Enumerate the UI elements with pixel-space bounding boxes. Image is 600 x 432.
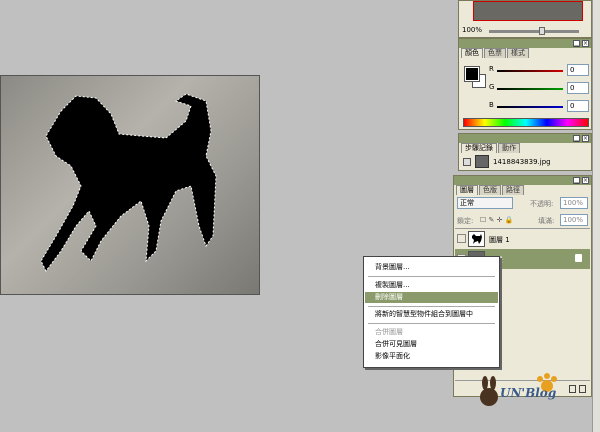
menu-item-group-smart-object[interactable]: 將新的智慧型物件組合到圖層中 (365, 309, 498, 320)
menu-divider (368, 323, 495, 324)
fill-label: 填滿: (538, 217, 555, 225)
lock-label: 鎖定: (457, 217, 474, 225)
tab-styles[interactable]: 樣式 (507, 48, 529, 58)
menu-item-merge-visible[interactable]: 合併可見圖層 (365, 339, 498, 350)
navigator-zoom-slider[interactable] (489, 30, 579, 33)
menu-item-duplicate-layer[interactable]: 複製圖層... (365, 280, 498, 291)
new-layer-icon[interactable] (569, 385, 576, 393)
channel-r-slider[interactable] (497, 70, 563, 72)
dog-silhouette-selection (40, 93, 217, 272)
menu-item-merge-layers[interactable]: 合併圖層 (365, 327, 498, 338)
color-spectrum-bar[interactable] (463, 118, 589, 127)
slider-thumb[interactable] (539, 27, 545, 35)
layer-context-menu: 背景圖層... 複製圖層... 刪除圖層 將新的智慧型物件組合到圖層中 合併圖層… (363, 256, 500, 368)
panel-titlebar[interactable]: ▁ × (459, 134, 591, 143)
navigator-zoom-label[interactable]: 100% (462, 26, 482, 34)
navigator-panel: 100% (458, 0, 592, 38)
tab-channels[interactable]: 色版 (479, 185, 501, 195)
foreground-color-swatch[interactable] (464, 66, 480, 82)
minimize-icon[interactable]: ▁ (573, 135, 580, 142)
close-icon[interactable]: × (582, 135, 589, 142)
channel-b-slider[interactable] (497, 106, 563, 108)
history-item[interactable]: 1418843839.jpg (461, 155, 591, 169)
menu-item-layer-from-background[interactable]: 背景圖層... (365, 262, 498, 273)
menu-item-delete-layer[interactable]: 刪除圖層 (365, 292, 498, 303)
channel-g-slider[interactable] (497, 88, 563, 90)
brush-icon (463, 158, 471, 166)
lock-icons[interactable]: ☐ ✎ ✛ 🔒 (480, 216, 513, 224)
close-icon[interactable]: × (582, 40, 589, 47)
menu-divider (368, 276, 495, 277)
trash-icon[interactable] (579, 385, 586, 393)
blog-watermark-logo: UN'Blog (478, 372, 570, 412)
menu-divider (368, 306, 495, 307)
channel-b-label: B (489, 101, 494, 109)
channel-r-label: R (489, 65, 494, 73)
channel-b-value[interactable]: 0 (567, 100, 589, 112)
tab-layers[interactable]: 圖層 (456, 185, 478, 195)
navigator-preview (473, 1, 583, 21)
opacity-label: 不透明: (530, 200, 554, 208)
layer-thumb (468, 231, 485, 247)
history-item-label: 1418843839.jpg (493, 158, 551, 166)
channel-g-label: G (489, 83, 495, 91)
close-icon[interactable]: × (582, 177, 589, 184)
tab-history[interactable]: 步驟記錄 (461, 143, 497, 153)
history-panel: ▁ × 步驟記錄 動作 1418843839.jpg (458, 133, 592, 171)
color-panel: ▁ × 顏色 色票 樣式 R 0 G 0 B 0 (458, 38, 592, 130)
document-canvas[interactable] (0, 75, 260, 295)
lock-icon (575, 254, 582, 262)
tab-color[interactable]: 顏色 (461, 48, 483, 58)
history-thumb (475, 155, 489, 168)
layer-row[interactable]: 圖層 1 (455, 229, 590, 249)
panel-titlebar[interactable]: ▁ × (459, 39, 591, 48)
channel-r-value[interactable]: 0 (567, 64, 589, 76)
dog-thumb-icon (472, 234, 482, 244)
opacity-field[interactable]: 100% (560, 197, 588, 209)
menu-item-flatten-image[interactable]: 影像平面化 (365, 351, 498, 362)
tab-paths[interactable]: 路徑 (502, 185, 524, 195)
tab-actions[interactable]: 動作 (498, 143, 520, 153)
panel-titlebar[interactable]: ▁ × (454, 176, 591, 185)
layer-name: 圖層 1 (489, 236, 510, 244)
watermark-text: UN'Blog (500, 386, 557, 400)
blend-mode-select[interactable]: 正常 (457, 197, 513, 209)
eye-icon[interactable] (457, 234, 466, 243)
minimize-icon[interactable]: ▁ (573, 177, 580, 184)
vertical-scrollbar[interactable] (592, 0, 600, 432)
tab-swatches[interactable]: 色票 (484, 48, 506, 58)
minimize-icon[interactable]: ▁ (573, 40, 580, 47)
fill-field[interactable]: 100% (560, 214, 588, 226)
rabbit-icon (480, 376, 498, 406)
channel-g-value[interactable]: 0 (567, 82, 589, 94)
